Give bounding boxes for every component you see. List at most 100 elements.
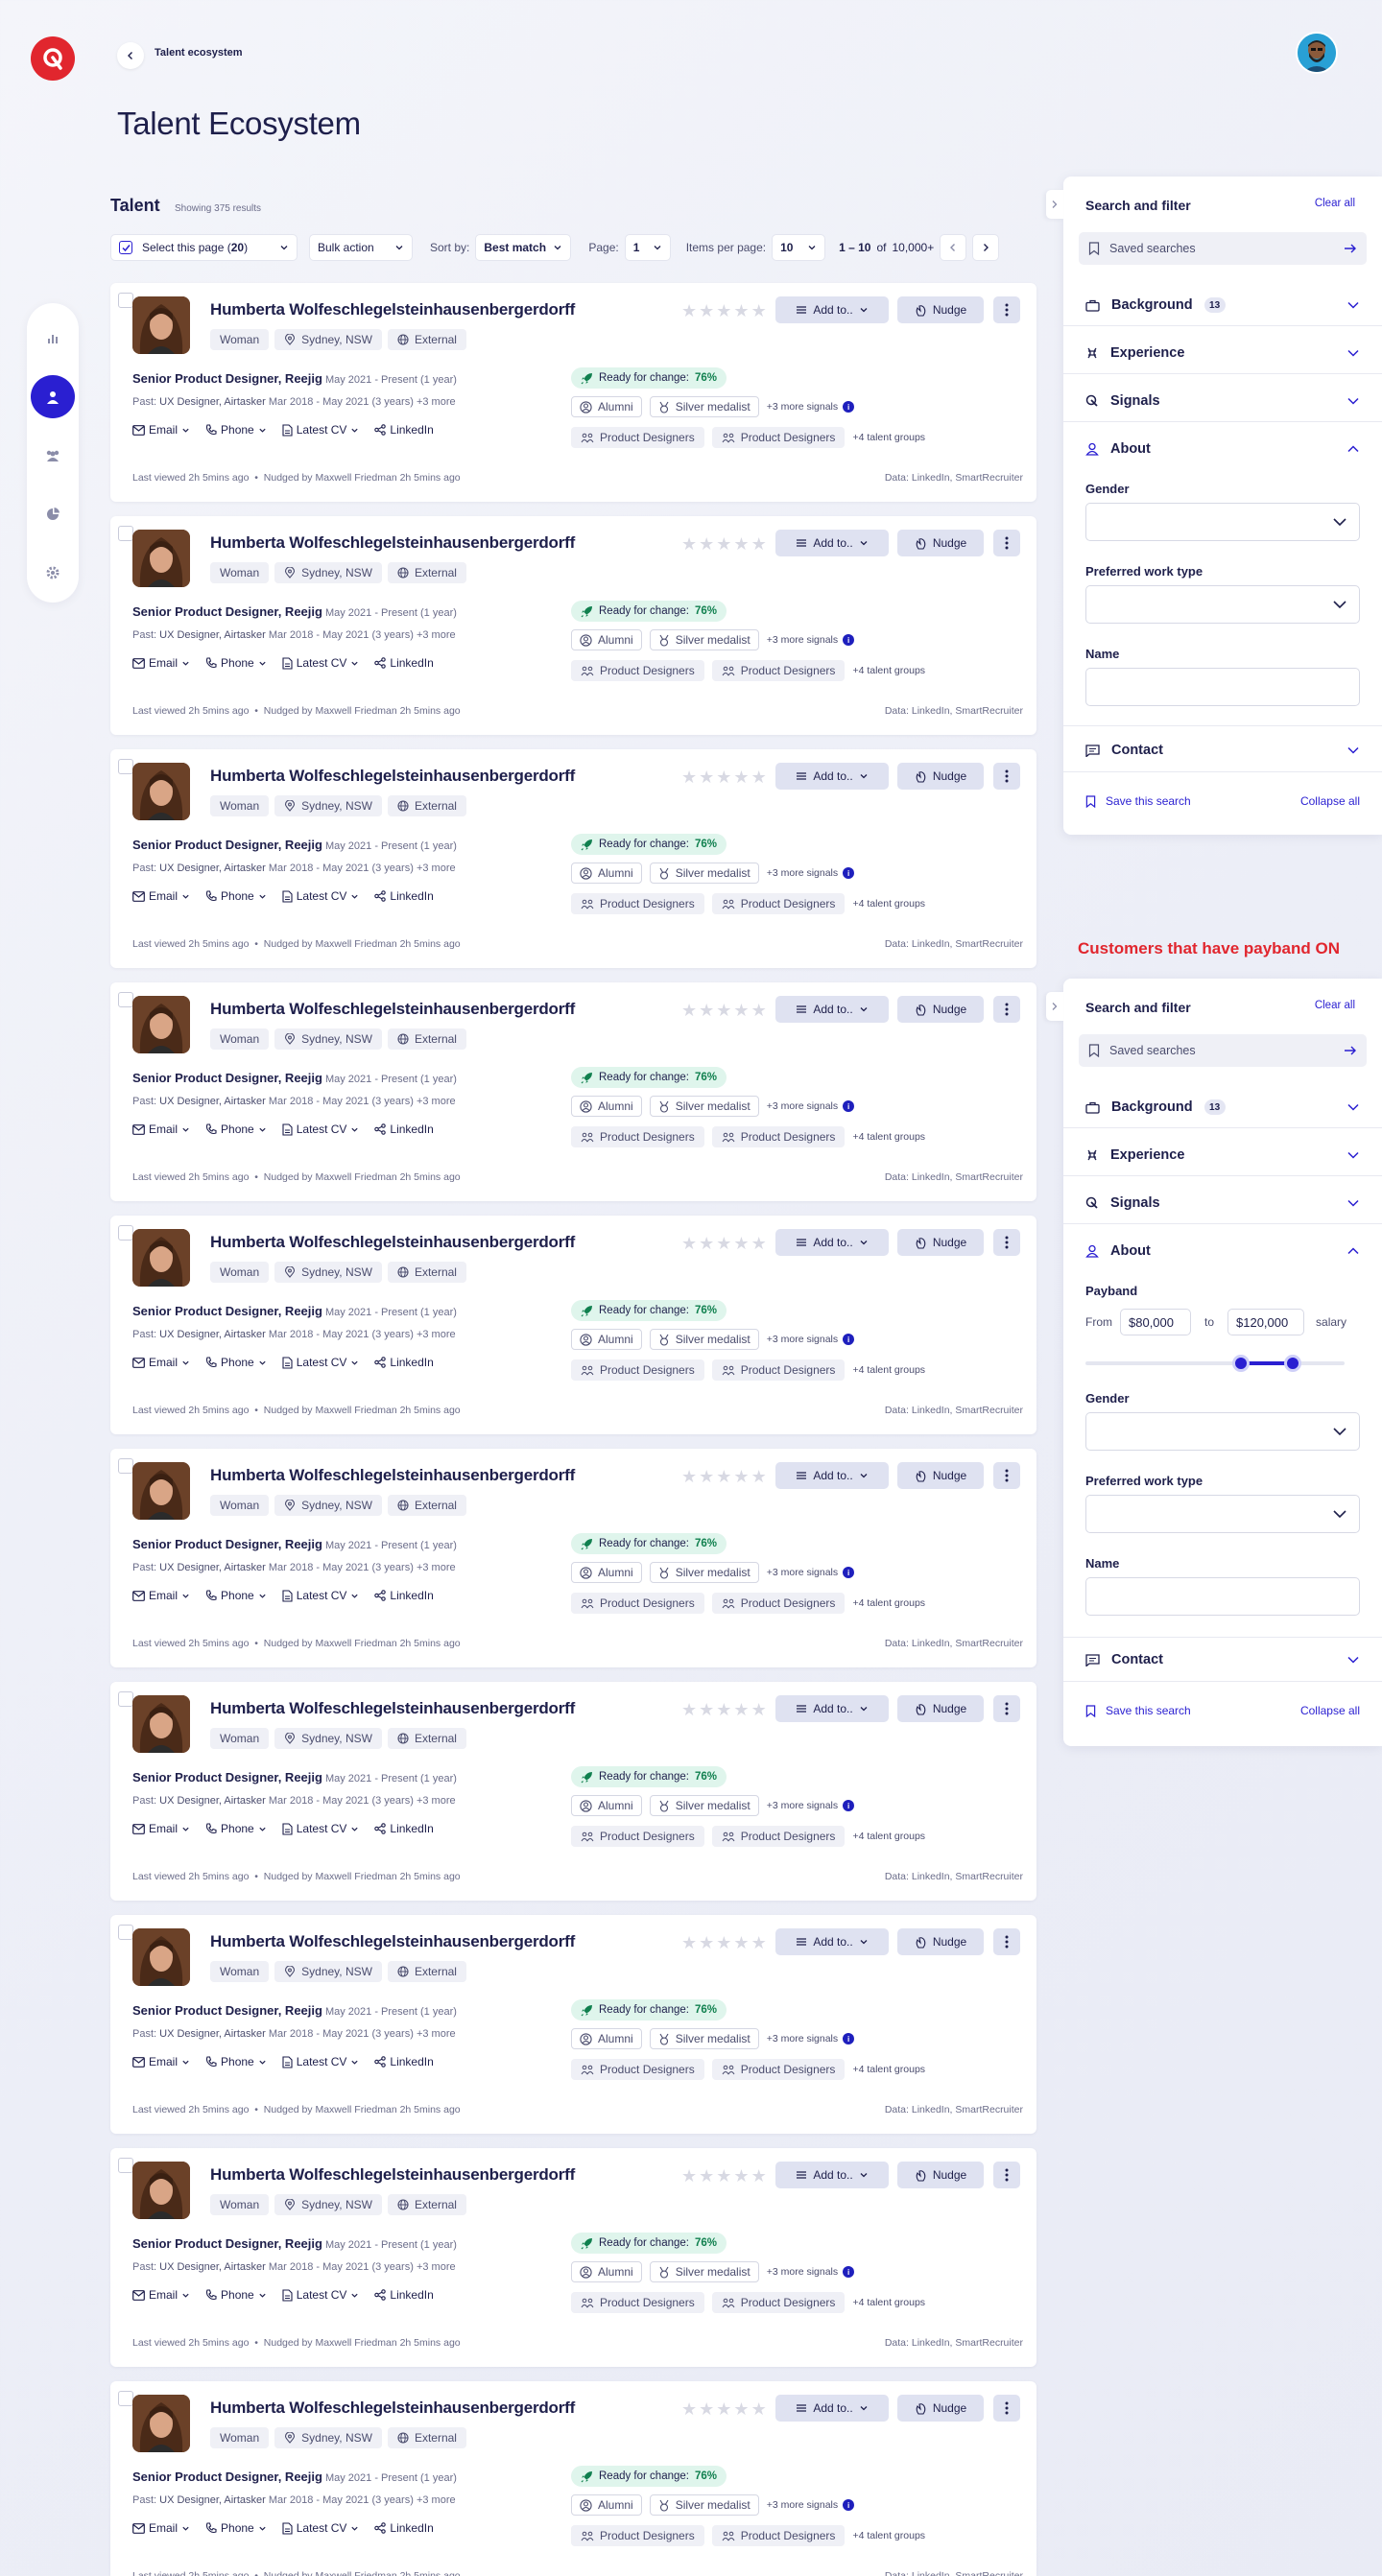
email-link[interactable]: Email bbox=[132, 423, 190, 437]
more-options-button[interactable] bbox=[993, 763, 1020, 790]
phone-link[interactable]: Phone bbox=[205, 423, 267, 437]
email-link[interactable]: Email bbox=[132, 889, 190, 903]
more-signals-link[interactable]: +3 more signals i bbox=[767, 2499, 855, 2511]
talent-card[interactable]: Humberta Wolfeschlegelsteinhausenbergerd… bbox=[110, 982, 1036, 1201]
saved-searches-button[interactable]: Saved searches bbox=[1079, 1034, 1367, 1067]
star-icon[interactable]: ★ bbox=[681, 1701, 697, 1718]
star-icon[interactable]: ★ bbox=[716, 1701, 731, 1718]
star-icon[interactable]: ★ bbox=[751, 302, 767, 319]
email-link[interactable]: Email bbox=[132, 2055, 190, 2068]
star-icon[interactable]: ★ bbox=[733, 1934, 749, 1951]
gender-select[interactable] bbox=[1085, 1412, 1360, 1451]
filter-section-about[interactable]: About bbox=[1085, 1240, 1360, 1263]
user-avatar[interactable] bbox=[1296, 32, 1338, 74]
add-to-button[interactable]: Add to.. bbox=[775, 1928, 889, 1955]
linkedin-link[interactable]: LinkedIn bbox=[374, 1822, 434, 1835]
more-groups-link[interactable]: +4 talent groups bbox=[852, 1831, 925, 1842]
star-icon[interactable]: ★ bbox=[733, 302, 749, 319]
gender-select[interactable] bbox=[1085, 503, 1360, 541]
talent-group-tag[interactable]: Product Designers bbox=[711, 893, 846, 914]
talent-name[interactable]: Humberta Wolfeschlegelsteinhausenbergerd… bbox=[210, 1466, 575, 1485]
star-icon[interactable]: ★ bbox=[733, 2167, 749, 2185]
talent-name[interactable]: Humberta Wolfeschlegelsteinhausenbergerd… bbox=[210, 767, 575, 786]
nudge-button[interactable]: Nudge bbox=[897, 763, 984, 790]
more-groups-link[interactable]: +4 talent groups bbox=[852, 665, 925, 676]
linkedin-link[interactable]: LinkedIn bbox=[374, 1356, 434, 1369]
talent-group-tag[interactable]: Product Designers bbox=[571, 1826, 704, 1847]
select-page-checkbox[interactable] bbox=[119, 241, 132, 254]
page-dropdown[interactable]: 1 bbox=[624, 234, 671, 261]
more-groups-link[interactable]: +4 talent groups bbox=[852, 1364, 925, 1376]
star-icon[interactable]: ★ bbox=[733, 1002, 749, 1019]
rating-stars[interactable]: ★ ★ ★ ★ ★ bbox=[681, 1235, 767, 1252]
star-icon[interactable]: ★ bbox=[733, 1701, 749, 1718]
star-icon[interactable]: ★ bbox=[716, 2400, 731, 2418]
talent-select-checkbox[interactable] bbox=[118, 526, 133, 541]
payband-from-input[interactable]: $80,000 bbox=[1120, 1309, 1191, 1335]
talent-name[interactable]: Humberta Wolfeschlegelsteinhausenbergerd… bbox=[210, 1932, 575, 1951]
filter-section-experience[interactable]: Experience bbox=[1085, 342, 1360, 365]
name-input[interactable] bbox=[1085, 668, 1360, 706]
reejig-logo[interactable] bbox=[31, 36, 75, 81]
more-groups-link[interactable]: +4 talent groups bbox=[852, 2297, 925, 2308]
star-icon[interactable]: ★ bbox=[751, 1701, 767, 1718]
past-more-link[interactable]: +3 more bbox=[417, 1562, 456, 1573]
star-icon[interactable]: ★ bbox=[733, 535, 749, 553]
star-icon[interactable]: ★ bbox=[699, 1235, 714, 1252]
talent-group-tag[interactable]: Product Designers bbox=[571, 1593, 704, 1614]
rating-stars[interactable]: ★ ★ ★ ★ ★ bbox=[681, 2400, 767, 2418]
talent-group-tag[interactable]: Product Designers bbox=[571, 893, 704, 914]
talent-group-tag[interactable]: Product Designers bbox=[571, 427, 704, 448]
star-icon[interactable]: ★ bbox=[751, 535, 767, 553]
rating-stars[interactable]: ★ ★ ★ ★ ★ bbox=[681, 302, 767, 319]
phone-link[interactable]: Phone bbox=[205, 889, 267, 903]
latest-cv-link[interactable]: Latest CV bbox=[282, 889, 360, 903]
email-link[interactable]: Email bbox=[132, 1822, 190, 1835]
bulk-action-dropdown[interactable]: Bulk action bbox=[309, 234, 413, 261]
star-icon[interactable]: ★ bbox=[699, 1002, 714, 1019]
talent-group-tag[interactable]: Product Designers bbox=[571, 1126, 704, 1147]
nudge-button[interactable]: Nudge bbox=[897, 530, 984, 556]
breadcrumb[interactable]: Talent ecosystem bbox=[155, 47, 243, 59]
talent-name[interactable]: Humberta Wolfeschlegelsteinhausenbergerd… bbox=[210, 2165, 575, 2185]
talent-name[interactable]: Humberta Wolfeschlegelsteinhausenbergerd… bbox=[210, 1233, 575, 1252]
star-icon[interactable]: ★ bbox=[716, 1235, 731, 1252]
nudge-button[interactable]: Nudge bbox=[897, 2395, 984, 2422]
star-icon[interactable]: ★ bbox=[681, 2400, 697, 2418]
latest-cv-link[interactable]: Latest CV bbox=[282, 656, 360, 670]
star-icon[interactable]: ★ bbox=[751, 2167, 767, 2185]
add-to-button[interactable]: Add to.. bbox=[775, 296, 889, 323]
info-icon[interactable]: i bbox=[843, 634, 855, 646]
more-options-button[interactable] bbox=[993, 996, 1020, 1023]
star-icon[interactable]: ★ bbox=[699, 2167, 714, 2185]
talent-group-tag[interactable]: Product Designers bbox=[571, 2059, 704, 2080]
info-icon[interactable]: i bbox=[843, 2033, 855, 2044]
latest-cv-link[interactable]: Latest CV bbox=[282, 423, 360, 437]
star-icon[interactable]: ★ bbox=[716, 1934, 731, 1951]
talent-name[interactable]: Humberta Wolfeschlegelsteinhausenbergerd… bbox=[210, 2399, 575, 2418]
items-per-page-dropdown[interactable]: 10 bbox=[772, 234, 826, 261]
more-signals-link[interactable]: +3 more signals i bbox=[767, 634, 855, 646]
add-to-button[interactable]: Add to.. bbox=[775, 2162, 889, 2188]
more-options-button[interactable] bbox=[993, 296, 1020, 323]
star-icon[interactable]: ★ bbox=[699, 1701, 714, 1718]
email-link[interactable]: Email bbox=[132, 2288, 190, 2302]
star-icon[interactable]: ★ bbox=[716, 768, 731, 786]
linkedin-link[interactable]: LinkedIn bbox=[374, 2288, 434, 2302]
linkedin-link[interactable]: LinkedIn bbox=[374, 2521, 434, 2535]
star-icon[interactable]: ★ bbox=[681, 2167, 697, 2185]
payband-max-handle[interactable] bbox=[1284, 1355, 1301, 1372]
talent-group-tag[interactable]: Product Designers bbox=[571, 2525, 704, 2546]
more-signals-link[interactable]: +3 more signals i bbox=[767, 2033, 855, 2044]
star-icon[interactable]: ★ bbox=[681, 1002, 697, 1019]
filter-section-experience[interactable]: Experience bbox=[1085, 1144, 1360, 1167]
star-icon[interactable]: ★ bbox=[681, 768, 697, 786]
star-icon[interactable]: ★ bbox=[751, 1235, 767, 1252]
analytics-nav-item[interactable] bbox=[31, 317, 75, 360]
prev-page-button[interactable] bbox=[940, 234, 967, 261]
talent-card[interactable]: Humberta Wolfeschlegelsteinhausenbergerd… bbox=[110, 2381, 1036, 2576]
more-signals-link[interactable]: +3 more signals i bbox=[767, 1100, 855, 1112]
more-options-button[interactable] bbox=[993, 2395, 1020, 2422]
more-signals-link[interactable]: +3 more signals i bbox=[767, 1334, 855, 1345]
work-type-select[interactable] bbox=[1085, 1495, 1360, 1533]
